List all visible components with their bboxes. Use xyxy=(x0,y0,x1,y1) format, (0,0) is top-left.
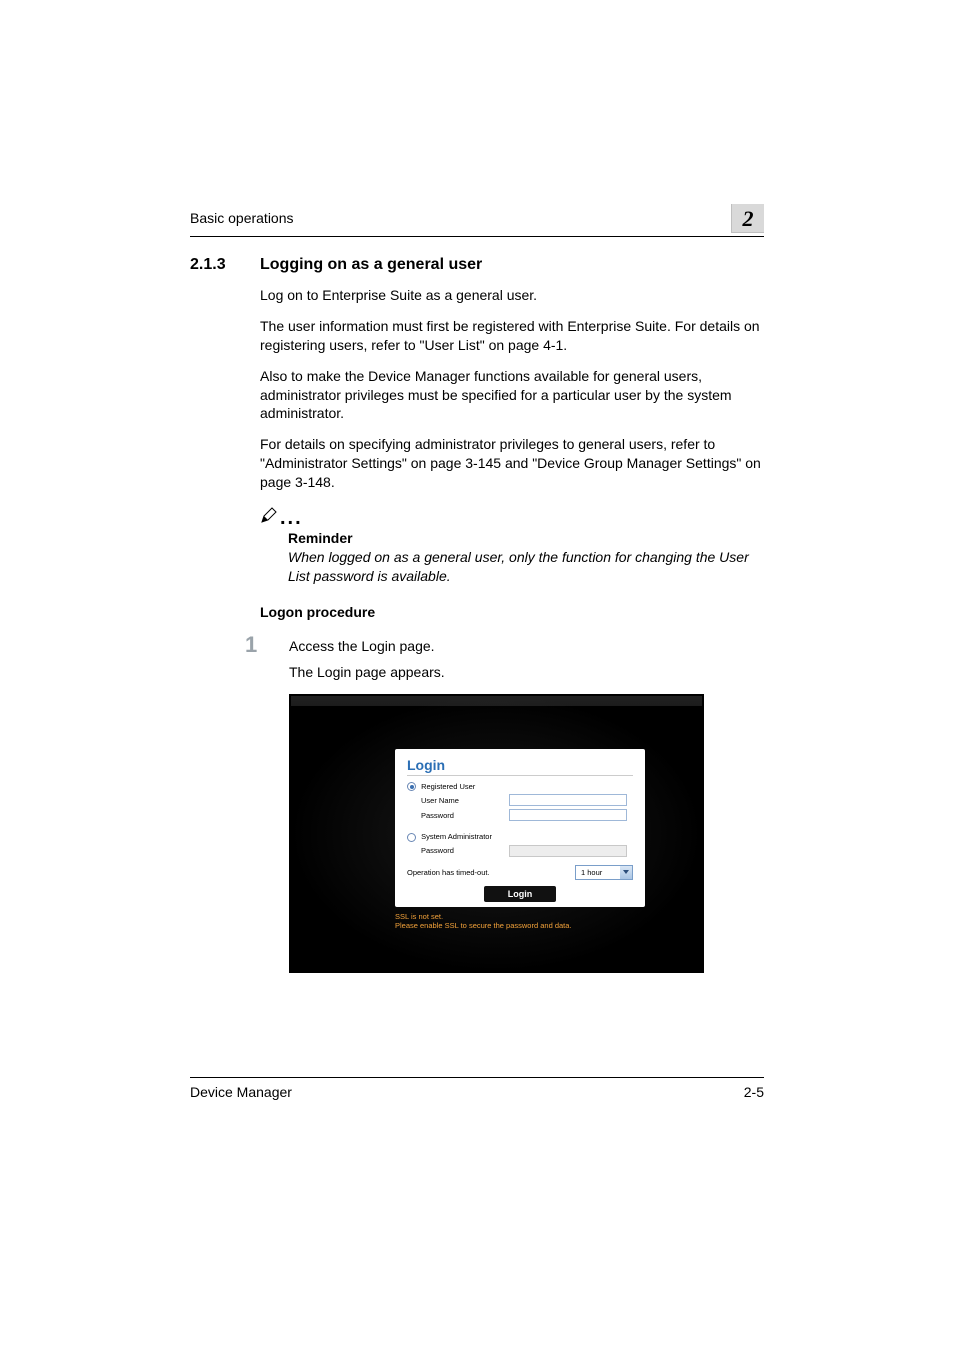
radio-checked-icon xyxy=(407,782,416,791)
ssl-warning: SSL is not set. Please enable SSL to sec… xyxy=(395,912,572,932)
chapter-badge: 2 xyxy=(731,204,764,233)
paragraph: The user information must first be regis… xyxy=(260,317,764,355)
registered-user-option[interactable]: Registered User xyxy=(407,782,495,792)
username-label: User Name xyxy=(407,796,509,805)
ellipsis-icon: ... xyxy=(280,507,303,529)
radio-unchecked-icon xyxy=(407,833,416,842)
divider xyxy=(407,775,633,776)
page-footer: Device Manager 2-5 xyxy=(190,1077,764,1100)
paragraph: Log on to Enterprise Suite as a general … xyxy=(260,286,764,305)
reminder-block: ... Reminder When logged on as a general… xyxy=(260,506,764,586)
ssl-warning-line2: Please enable SSL to secure the password… xyxy=(395,921,572,931)
registered-user-label: Registered User xyxy=(421,782,475,791)
note-icon xyxy=(260,506,278,529)
password-label: Password xyxy=(407,811,509,820)
login-title: Login xyxy=(407,757,633,773)
chapter-number: 2 xyxy=(743,206,754,231)
running-header: Basic operations 2 xyxy=(190,210,764,237)
timeout-value: 1 hour xyxy=(576,866,620,879)
paragraph: For details on specifying administrator … xyxy=(260,435,764,492)
section-title: Logging on as a general user xyxy=(260,256,482,274)
screenshot: Login Registered User User Name Password xyxy=(289,694,704,973)
sysadmin-label: System Administrator xyxy=(421,832,492,841)
reminder-label: Reminder xyxy=(288,530,764,546)
password-input[interactable] xyxy=(509,809,627,821)
running-header-text: Basic operations xyxy=(190,210,294,226)
main-content: 2.1.3 Logging on as a general user Log o… xyxy=(190,256,764,973)
screenshot-toolbar xyxy=(291,696,702,706)
footer-page-number: 2-5 xyxy=(744,1084,764,1100)
sub-heading: Logon procedure xyxy=(260,604,764,620)
step-number: 1 xyxy=(245,634,289,656)
paragraph: Also to make the Device Manager function… xyxy=(260,367,764,424)
reminder-body: When logged on as a general user, only t… xyxy=(288,548,764,586)
timeout-select[interactable]: 1 hour xyxy=(575,865,633,880)
sysadmin-password-input xyxy=(509,845,627,857)
username-input[interactable] xyxy=(509,794,627,806)
ssl-warning-line1: SSL is not set. xyxy=(395,912,572,922)
login-button[interactable]: Login xyxy=(484,886,557,902)
step-result: The Login page appears. xyxy=(289,664,764,680)
section-heading: 2.1.3 Logging on as a general user xyxy=(190,256,764,274)
step-text: Access the Login page. xyxy=(289,634,435,656)
step: 1 Access the Login page. xyxy=(245,634,764,656)
section-number: 2.1.3 xyxy=(190,256,260,274)
sysadmin-option[interactable]: System Administrator xyxy=(407,832,495,842)
timeout-label: Operation has timed-out. xyxy=(407,868,490,877)
sysadmin-password-label: Password xyxy=(407,846,509,855)
footer-left: Device Manager xyxy=(190,1084,292,1100)
chevron-down-icon xyxy=(620,866,632,879)
login-panel: Login Registered User User Name Password xyxy=(395,749,645,907)
